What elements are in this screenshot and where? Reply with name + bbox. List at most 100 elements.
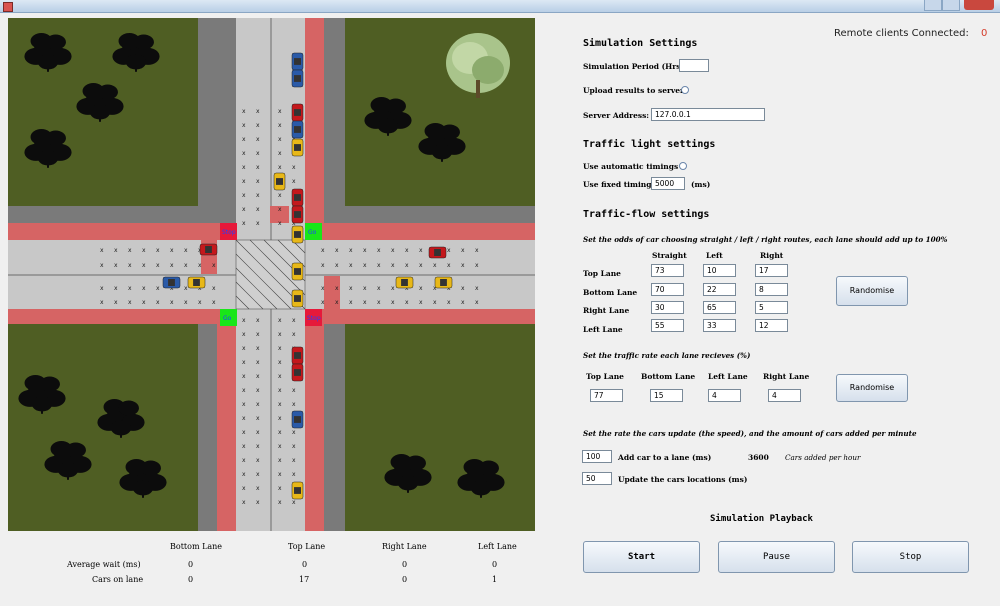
odds-top-right[interactable] bbox=[755, 264, 788, 277]
lane-marker: x bbox=[256, 499, 260, 506]
lane-marker: x bbox=[419, 262, 423, 269]
stats-col-right: Right Lane bbox=[382, 542, 427, 551]
odds-bottom-left[interactable] bbox=[703, 283, 736, 296]
lane-marker: x bbox=[335, 299, 339, 306]
tree-icon bbox=[119, 458, 167, 498]
start-button[interactable]: Start bbox=[583, 541, 700, 573]
rate-note: Set the traffic rate each lane recieves … bbox=[583, 351, 751, 360]
add-car-label: Add car to a lane (ms) bbox=[618, 453, 712, 462]
lane-marker: x bbox=[461, 299, 465, 306]
lane-marker: x bbox=[349, 285, 353, 292]
odds-right-left[interactable] bbox=[703, 301, 736, 314]
lane-marker: x bbox=[100, 299, 104, 306]
lane-marker: x bbox=[242, 136, 246, 143]
lane-marker: x bbox=[184, 299, 188, 306]
odds-right-right[interactable] bbox=[755, 301, 788, 314]
upload-radio[interactable] bbox=[681, 86, 689, 94]
car-vertical bbox=[291, 481, 304, 500]
lane-marker: x bbox=[242, 387, 246, 394]
lane-marker: x bbox=[242, 164, 246, 171]
lane-marker: x bbox=[128, 299, 132, 306]
lane-marker: x bbox=[278, 192, 282, 199]
odds-left-straight[interactable] bbox=[651, 319, 684, 332]
app-icon bbox=[3, 2, 13, 12]
lane-marker: x bbox=[242, 178, 246, 185]
lane-marker: x bbox=[447, 262, 451, 269]
stats-wait-right: 0 bbox=[402, 560, 408, 569]
odds-left-right[interactable] bbox=[755, 319, 788, 332]
rate-top-input[interactable] bbox=[590, 389, 623, 402]
lane-marker: x bbox=[292, 429, 296, 436]
randomise-odds-button[interactable]: Randomise bbox=[836, 276, 908, 306]
update-locations-input[interactable] bbox=[582, 472, 612, 485]
add-car-input[interactable] bbox=[582, 450, 612, 463]
car-horizontal bbox=[162, 276, 181, 289]
tree-icon bbox=[418, 122, 466, 162]
playback-heading: Simulation Playback bbox=[710, 514, 813, 524]
lane-marker: x bbox=[256, 220, 260, 227]
server-address-input[interactable] bbox=[651, 108, 765, 121]
lane-marker: x bbox=[278, 457, 282, 464]
lane-marker: x bbox=[100, 285, 104, 292]
odds-row-top-label: Top Lane bbox=[583, 269, 621, 278]
lane-marker: x bbox=[242, 206, 246, 213]
lane-marker: x bbox=[114, 285, 118, 292]
lane-marker: x bbox=[278, 220, 282, 227]
rate-bottom-input[interactable] bbox=[650, 389, 683, 402]
maximize-button[interactable] bbox=[942, 0, 960, 11]
odds-left-left[interactable] bbox=[703, 319, 736, 332]
lane-marker: x bbox=[405, 247, 409, 254]
lane-marker: x bbox=[363, 285, 367, 292]
lane-marker: x bbox=[242, 373, 246, 380]
lane-marker: x bbox=[256, 317, 260, 324]
signal-top-right-label: Go bbox=[308, 229, 317, 236]
lane-marker: x bbox=[292, 471, 296, 478]
lane-marker: x bbox=[256, 429, 260, 436]
odds-bottom-right[interactable] bbox=[755, 283, 788, 296]
stop-button[interactable]: Stop bbox=[852, 541, 969, 573]
odds-note: Set the odds of car choosing straight / … bbox=[583, 235, 948, 244]
automatic-timings-radio[interactable] bbox=[679, 162, 687, 170]
cars-per-hour-value: 3600 bbox=[748, 453, 769, 462]
lane-marker: x bbox=[321, 247, 325, 254]
lane-marker: x bbox=[256, 415, 260, 422]
lane-marker: x bbox=[242, 122, 246, 129]
lane-marker: x bbox=[142, 247, 146, 254]
lane-marker: x bbox=[447, 247, 451, 254]
stats-cars-right: 0 bbox=[402, 575, 408, 584]
lane-marker: x bbox=[242, 499, 246, 506]
lane-marker: x bbox=[256, 331, 260, 338]
lane-marker: x bbox=[461, 247, 465, 254]
period-input[interactable] bbox=[679, 59, 709, 72]
lane-marker: x bbox=[292, 443, 296, 450]
close-button[interactable] bbox=[964, 0, 994, 10]
lane-marker: x bbox=[256, 387, 260, 394]
lane-marker: x bbox=[335, 262, 339, 269]
odds-top-left[interactable] bbox=[703, 264, 736, 277]
lane-marker: x bbox=[335, 285, 339, 292]
stats-wait-bottom: 0 bbox=[188, 560, 194, 569]
randomise-rate-button[interactable]: Randomise bbox=[836, 374, 908, 402]
lane-marker: x bbox=[278, 331, 282, 338]
fixed-timings-unit: (ms) bbox=[691, 180, 711, 189]
fixed-timings-input[interactable] bbox=[651, 177, 685, 190]
pause-button[interactable]: Pause bbox=[718, 541, 835, 573]
stats-col-top: Top Lane bbox=[288, 542, 326, 551]
rate-left-input[interactable] bbox=[708, 389, 741, 402]
lane-marker: x bbox=[184, 262, 188, 269]
car-vertical bbox=[291, 262, 304, 281]
lane-marker: x bbox=[292, 499, 296, 506]
minimize-button[interactable] bbox=[924, 0, 942, 11]
rate-right-input[interactable] bbox=[768, 389, 801, 402]
lane-marker: x bbox=[278, 108, 282, 115]
car-vertical bbox=[291, 289, 304, 308]
lane-marker: x bbox=[242, 220, 246, 227]
lane-marker: x bbox=[278, 401, 282, 408]
lane-marker: x bbox=[142, 262, 146, 269]
odds-bottom-straight[interactable] bbox=[651, 283, 684, 296]
lane-marker: x bbox=[419, 247, 423, 254]
odds-right-straight[interactable] bbox=[651, 301, 684, 314]
lane-marker: x bbox=[278, 317, 282, 324]
tree-icon bbox=[112, 32, 160, 72]
odds-top-straight[interactable] bbox=[651, 264, 684, 277]
